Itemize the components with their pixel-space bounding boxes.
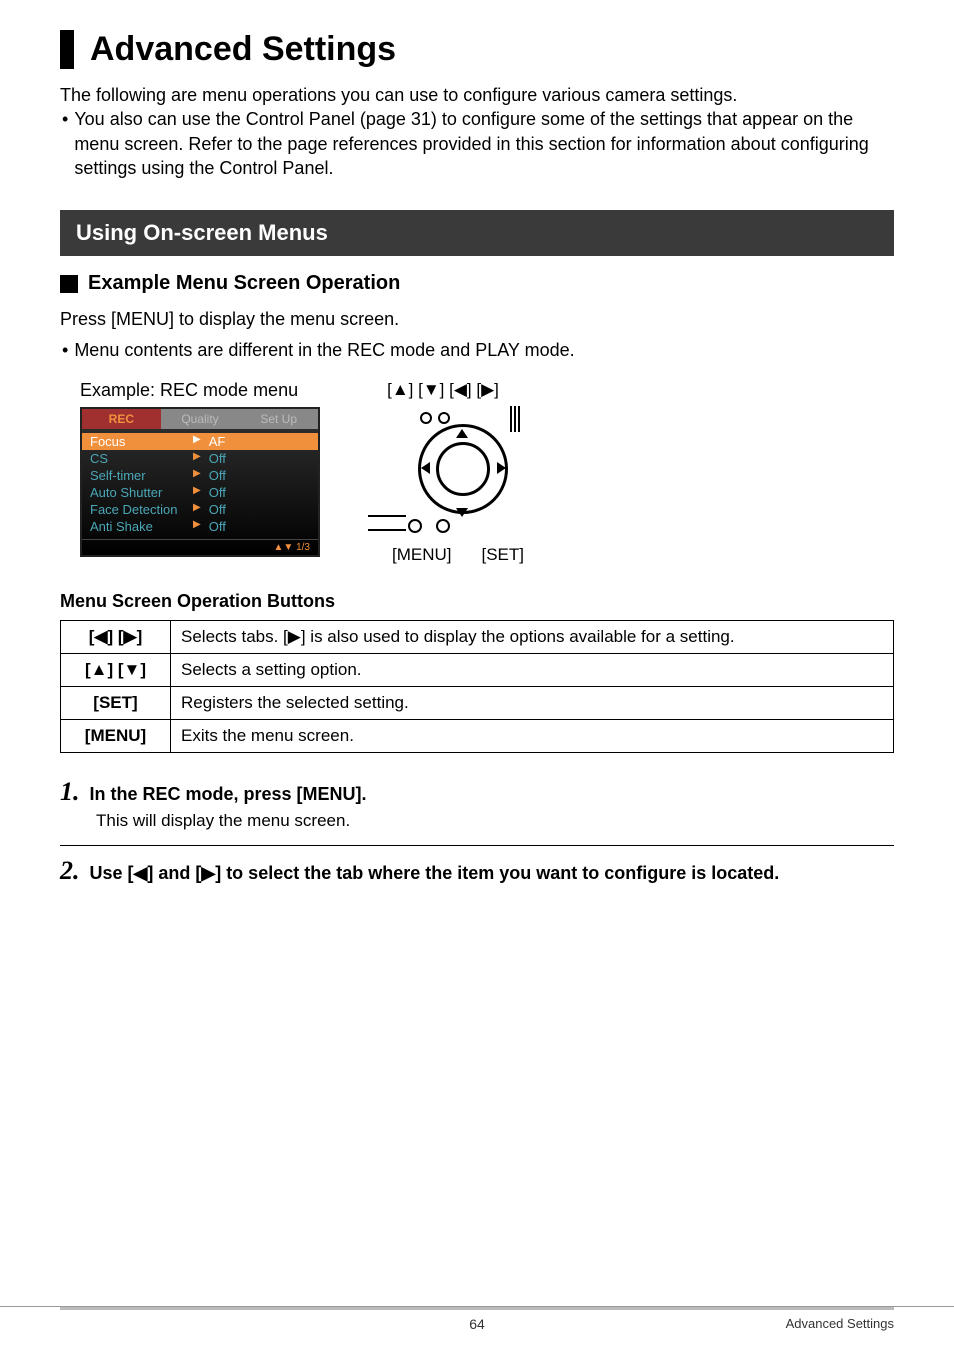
intro-line: The following are menu operations you ca…	[60, 83, 894, 107]
step-title: Use [◀] and [▶] to select the tab where …	[90, 863, 780, 884]
table-row: [▲] [▼] Selects a setting option.	[61, 653, 894, 686]
step-header: 1. In the REC mode, press [MENU].	[60, 777, 894, 807]
top-button-b-icon	[438, 412, 450, 424]
page-title: Advanced Settings	[90, 30, 894, 69]
operations-table: [◀] [▶] Selects tabs. [▶] is also used t…	[60, 620, 894, 753]
play-right-icon: ▶	[193, 468, 201, 483]
menu-item-face-detection: Face Detection ▶ Off	[82, 501, 318, 518]
diagram-col: [▲] [▼] [◀] [▶] [MENU] [SET]	[358, 380, 528, 565]
camera-menu-mock: REC Quality Set Up Focus ▶ AF CS ▶ Off S…	[80, 407, 320, 557]
example-row: Example: REC mode menu REC Quality Set U…	[80, 380, 894, 565]
play-right-icon: ▶	[193, 485, 201, 500]
bs-button-icon	[436, 519, 450, 533]
menu-item-value: Off	[209, 485, 226, 500]
intro-bullet-text: You also can use the Control Panel (page…	[74, 107, 894, 180]
menu-item-value: Off	[209, 519, 226, 534]
page-footer: 64 Advanced Settings	[0, 1306, 954, 1337]
step-2: 2. Use [◀] and [▶] to select the tab whe…	[60, 856, 894, 900]
press-line: Press [MENU] to display the menu screen.	[60, 307, 894, 332]
key-set: [SET]	[61, 686, 171, 719]
set-callout: [SET]	[481, 545, 524, 565]
press-bullet-text: Menu contents are different in the REC m…	[74, 338, 574, 363]
diagram-labels: [MENU] [SET]	[392, 545, 524, 565]
menu-item-label: Auto Shutter	[90, 485, 185, 500]
grip-lines-icon	[368, 515, 406, 531]
menu-tab-rec: REC	[82, 409, 161, 429]
menu-items: Focus ▶ AF CS ▶ Off Self-timer ▶ Off Aut…	[82, 429, 318, 539]
menu-button-icon	[408, 519, 422, 533]
play-right-icon: ▶	[193, 451, 201, 466]
up-arrow-icon	[456, 429, 468, 438]
menu-item-label: Face Detection	[90, 502, 185, 517]
menu-tabs: REC Quality Set Up	[82, 409, 318, 429]
menu-item-cs: CS ▶ Off	[82, 450, 318, 467]
camera-back-diagram	[358, 404, 528, 539]
menu-page-indicator: 1/3	[296, 542, 310, 553]
footer-section-label: Advanced Settings	[786, 1316, 894, 1331]
menu-item-label: Self-timer	[90, 468, 185, 483]
intro-bullet-row: • You also can use the Control Panel (pa…	[60, 107, 894, 180]
intro-block: The following are menu operations you ca…	[60, 83, 894, 180]
press-bullet-row: • Menu contents are different in the REC…	[60, 338, 894, 363]
play-right-icon: ▶	[193, 434, 201, 449]
menu-tab-setup: Set Up	[239, 409, 318, 429]
desc-up-down: Selects a setting option.	[171, 653, 894, 686]
menu-item-label: CS	[90, 451, 185, 466]
speaker-icon	[510, 406, 520, 432]
left-arrow-icon	[421, 462, 430, 474]
bullet-dot-icon: •	[62, 338, 68, 363]
desc-left-right: Selects tabs. [▶] is also used to displa…	[171, 620, 894, 653]
example-menu-col: Example: REC mode menu REC Quality Set U…	[80, 380, 320, 557]
dpad-label: [▲] [▼] [◀] [▶]	[387, 380, 499, 400]
menu-item-auto-shutter: Auto Shutter ▶ Off	[82, 484, 318, 501]
right-arrow-icon	[497, 462, 506, 474]
table-heading: Menu Screen Operation Buttons	[60, 591, 894, 612]
play-right-icon: ▶	[193, 502, 201, 517]
table-row: [SET] Registers the selected setting.	[61, 686, 894, 719]
table-row: [◀] [▶] Selects tabs. [▶] is also used t…	[61, 620, 894, 653]
menu-item-label: Anti Shake	[90, 519, 185, 534]
footer-page-number: 64	[469, 1316, 485, 1332]
menu-item-value: Off	[209, 451, 226, 466]
set-button-icon	[436, 442, 490, 496]
example-caption: Example: REC mode menu	[80, 380, 298, 401]
key-menu: [MENU]	[61, 719, 171, 752]
subheading: Example Menu Screen Operation	[60, 272, 894, 295]
top-button-a-icon	[420, 412, 432, 424]
menu-item-value: AF	[209, 434, 226, 449]
down-arrow-icon	[456, 508, 468, 517]
step-header: 2. Use [◀] and [▶] to select the tab whe…	[60, 856, 894, 886]
step-title: In the REC mode, press [MENU].	[90, 784, 367, 805]
page-header-block: Advanced Settings	[60, 30, 894, 69]
menu-item-focus: Focus ▶ AF	[82, 433, 318, 450]
desc-set: Registers the selected setting.	[171, 686, 894, 719]
step-1: 1. In the REC mode, press [MENU]. This w…	[60, 777, 894, 846]
menu-item-value: Off	[209, 468, 226, 483]
menu-tab-quality: Quality	[161, 409, 240, 429]
table-row: [MENU] Exits the menu screen.	[61, 719, 894, 752]
menu-callout: [MENU]	[392, 545, 452, 565]
play-right-icon: ▶	[193, 519, 201, 534]
menu-item-self-timer: Self-timer ▶ Off	[82, 467, 318, 484]
subheading-text: Example Menu Screen Operation	[88, 272, 400, 295]
menu-item-value: Off	[209, 502, 226, 517]
steps-block: 1. In the REC mode, press [MENU]. This w…	[60, 777, 894, 900]
key-up-down: [▲] [▼]	[61, 653, 171, 686]
step-number: 2.	[60, 856, 80, 886]
desc-menu: Exits the menu screen.	[171, 719, 894, 752]
menu-item-label: Focus	[90, 434, 185, 449]
step-subtext: This will display the menu screen.	[96, 811, 894, 831]
menu-footer: ▲▼ 1/3	[82, 539, 318, 555]
bullet-dot-icon: •	[62, 107, 68, 131]
key-left-right: [◀] [▶]	[61, 620, 171, 653]
menu-item-anti-shake: Anti Shake ▶ Off	[82, 518, 318, 535]
step-number: 1.	[60, 777, 80, 807]
section-bar: Using On-screen Menus	[60, 210, 894, 256]
